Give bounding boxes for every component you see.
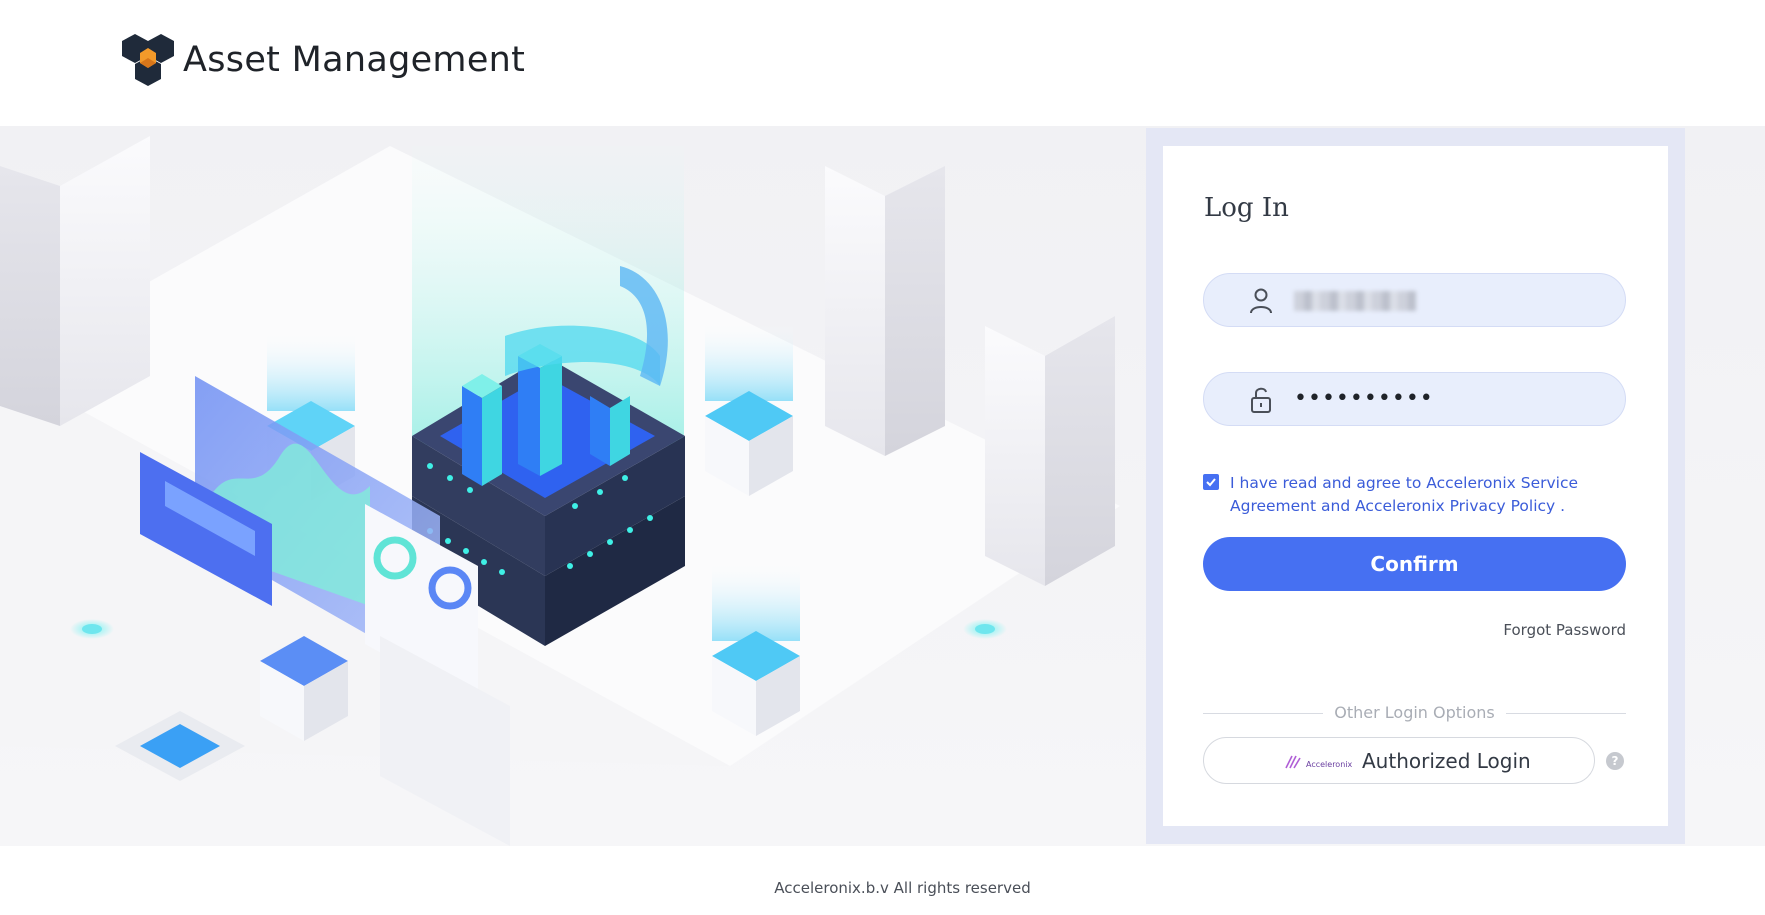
agreement-checkbox[interactable] [1203, 474, 1219, 490]
other-login-options-divider: Other Login Options [1203, 703, 1626, 723]
forgot-password-link[interactable]: Forgot Password [1503, 621, 1626, 639]
svg-text:Acceleronix: Acceleronix [1306, 760, 1352, 769]
copyright-text: Acceleronix.b.v All rights reserved [774, 879, 1031, 897]
hexagon-cube-logo-icon [122, 34, 174, 86]
confirm-button[interactable]: Confirm [1203, 537, 1626, 591]
user-icon [1250, 288, 1272, 314]
acceleronix-logo-icon: Acceleronix [1285, 755, 1352, 769]
divider-line-right [1506, 713, 1626, 714]
app-title: Asset Management [183, 40, 526, 80]
login-title: Log In [1204, 193, 1289, 223]
footer: Acceleronix.b.v All rights reserved [0, 846, 1765, 915]
question-circle-icon[interactable]: ? [1606, 752, 1624, 770]
authorized-login-label: Authorized Login [1362, 749, 1531, 773]
checkmark-icon [1206, 478, 1216, 487]
top-header: Asset Management [0, 0, 1765, 126]
username-field[interactable] [1203, 273, 1626, 327]
authorized-login-button[interactable]: Acceleronix Authorized Login [1203, 737, 1595, 784]
password-field[interactable]: •••••••••• [1203, 372, 1626, 426]
username-value-blurred [1294, 291, 1416, 311]
unlock-icon [1251, 387, 1271, 413]
agreement-text[interactable]: I have read and agree to Acceleronix Ser… [1230, 472, 1590, 518]
password-value: •••••••••• [1294, 386, 1434, 411]
